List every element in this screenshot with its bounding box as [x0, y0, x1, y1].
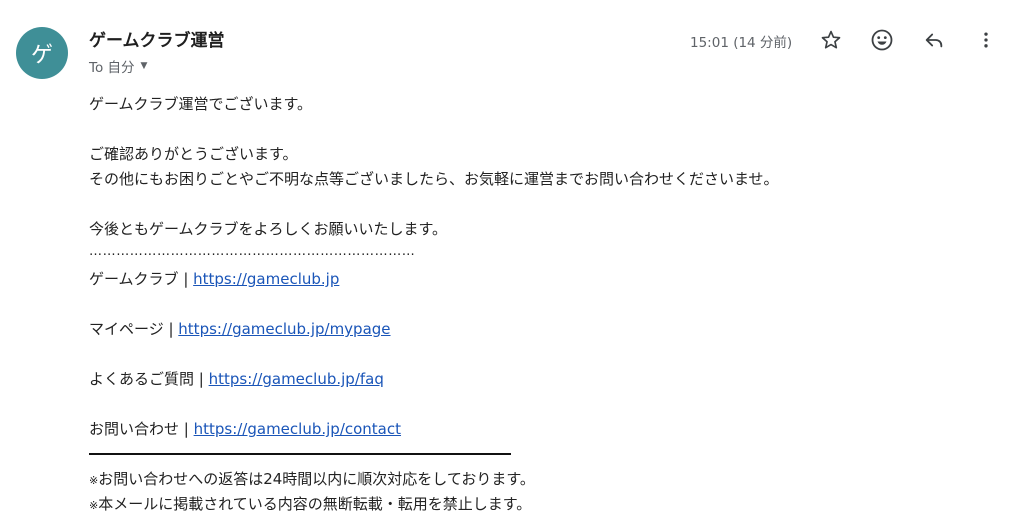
link-row-mypage: マイページ | https://gameclub.jp/mypage [89, 317, 989, 342]
link-label: マイページ | [89, 320, 179, 338]
recipient-details-toggle[interactable]: To 自分 ▼ [89, 56, 147, 76]
recipient-label: To 自分 [89, 60, 135, 76]
link-label: ゲームクラブ | [89, 270, 194, 288]
link-row-contact: お問い合わせ | https://gameclub.jp/contact [89, 417, 989, 442]
sender-name[interactable]: ゲームクラブ運営 [89, 26, 225, 51]
emoji-smile-icon [871, 29, 893, 51]
greeting-line: ゲームクラブ運営でございます。 [89, 95, 313, 113]
add-reaction-button[interactable] [866, 24, 898, 56]
note-mark: ※ [89, 499, 99, 512]
star-outline-icon [821, 30, 841, 49]
link-label: よくあるご質問 | [89, 370, 209, 388]
copyright-note: ※本メールに掲載されている内容の無断転載・転用を禁止します。 [89, 492, 989, 517]
star-button[interactable] [815, 24, 847, 56]
message-body: ゲームクラブ運営でございます。 ご確認ありがとうございます。 その他にもお困りご… [89, 92, 989, 517]
chevron-down-icon: ▼ [140, 61, 148, 71]
contact-invite-line: その他にもお困りごとやご不明な点等ございましたら、お気軽に運営までお問い合わせく… [89, 170, 779, 188]
reply-button[interactable] [918, 24, 950, 56]
timestamp: 15:01 (14 分前) [690, 35, 793, 51]
link-label: お問い合わせ | [89, 420, 194, 438]
mypage-link[interactable]: https://gameclub.jp/mypage [178, 320, 390, 338]
contact-link[interactable]: https://gameclub.jp/contact [194, 420, 401, 438]
reply-time-note: ※お問い合わせへの返答は24時間以内に順次対応をしております。 [89, 467, 989, 492]
avatar-letter: ゲ [30, 43, 53, 68]
home-link[interactable]: https://gameclub.jp [193, 270, 339, 288]
dotted-divider: ……………………………………………………………… [89, 244, 416, 259]
reply-icon [925, 33, 943, 48]
more-options-button[interactable] [970, 24, 1002, 56]
faq-link[interactable]: https://gameclub.jp/faq [209, 370, 384, 388]
more-vertical-icon [984, 32, 988, 48]
note-text: 本メールに掲載されている内容の無断転載・転用を禁止します。 [98, 495, 532, 513]
closing-line: 今後ともゲームクラブをよろしくお願いいたします。 [89, 220, 448, 238]
sender-avatar[interactable]: ゲ [16, 27, 68, 79]
link-row-faq: よくあるご質問 | https://gameclub.jp/faq [89, 367, 989, 392]
thanks-line: ご確認ありがとうございます。 [89, 145, 298, 163]
link-row-home: ゲームクラブ | https://gameclub.jp [89, 267, 989, 292]
note-text: お問い合わせへの返答は24時間以内に順次対応をしております。 [98, 470, 535, 488]
solid-divider [89, 453, 511, 455]
note-mark: ※ [89, 474, 99, 487]
